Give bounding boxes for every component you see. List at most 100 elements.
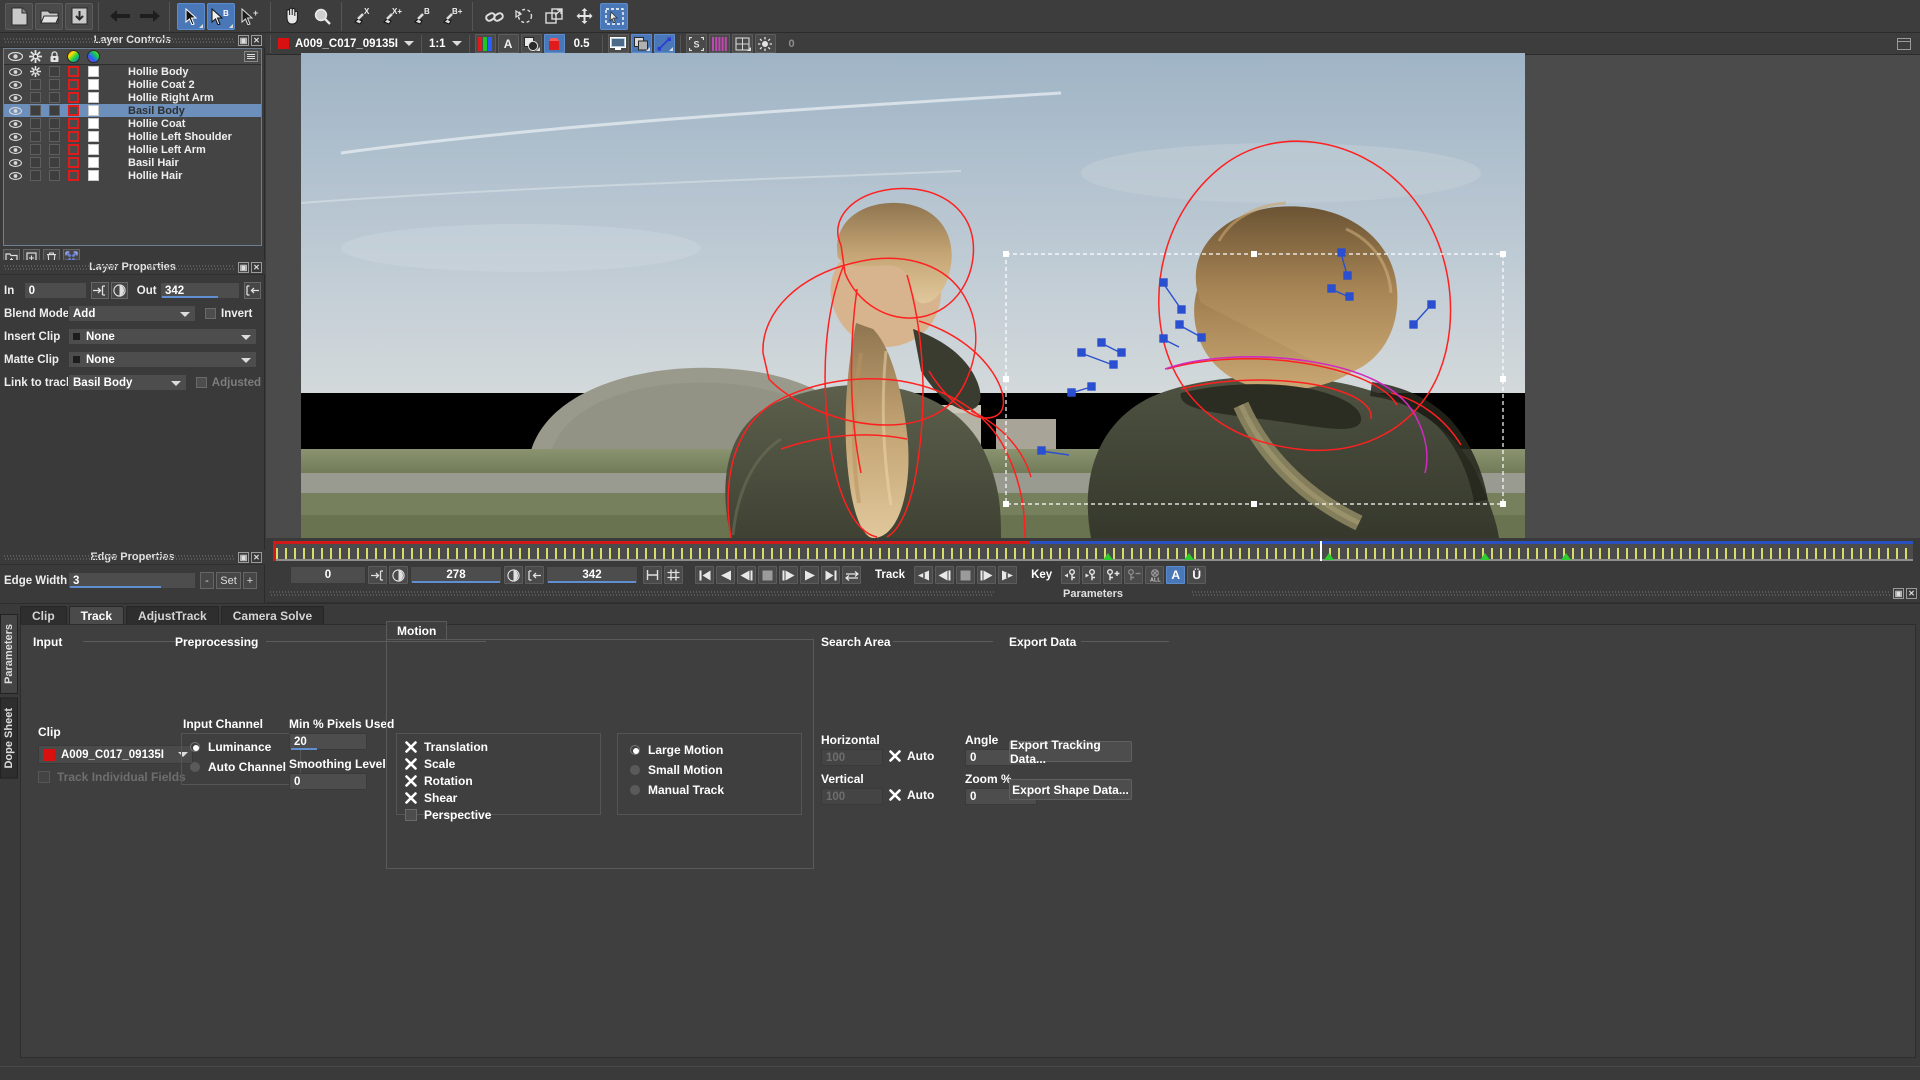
viewer-zoom-dropdown[interactable]: 1:1 (426, 35, 465, 53)
save-project-button[interactable] (65, 2, 93, 30)
play-backward-button[interactable] (716, 566, 735, 584)
out-field[interactable]: 342 (160, 282, 240, 299)
fill-color-column-header[interactable] (83, 50, 104, 63)
layer-fill-color-swatch[interactable] (83, 105, 104, 116)
xspline-add-tool[interactable]: X+ (379, 3, 407, 30)
vertical-field[interactable]: 100 (821, 788, 883, 805)
layer-fill-color-swatch[interactable] (83, 170, 104, 181)
luminance-radio[interactable]: Luminance (190, 740, 300, 754)
vtab-dope-sheet[interactable]: Dope Sheet (0, 697, 18, 779)
layer-visibility-toggle[interactable] (4, 158, 26, 167)
delete-all-keys-button[interactable]: ALL (1145, 566, 1165, 584)
keyframe-marker[interactable] (1103, 553, 1113, 560)
small-motion-radio[interactable]: Small Motion (630, 763, 801, 777)
zoom-tool[interactable] (308, 3, 336, 30)
close-panel-icon[interactable]: ✕ (251, 262, 262, 273)
layers-view-button[interactable] (630, 34, 652, 53)
layer-outline-color-swatch[interactable] (64, 66, 83, 77)
track-backward-button[interactable] (914, 566, 934, 584)
timeline-ruler[interactable] (273, 541, 1913, 561)
smoothing-field[interactable]: 0 (289, 773, 367, 790)
add-key-button[interactable] (1103, 566, 1123, 584)
step-back-button[interactable] (737, 566, 756, 584)
scale-checkbox-row[interactable]: Scale (405, 757, 600, 771)
scale-tool[interactable] (540, 3, 568, 30)
mark-out-field[interactable]: 342 (546, 566, 638, 584)
layer-outline-color-swatch[interactable] (64, 144, 83, 155)
select-b-tool[interactable]: B (207, 2, 235, 30)
stop-button[interactable] (758, 566, 777, 584)
layer-list-menu-icon[interactable] (244, 51, 258, 62)
loop-button[interactable] (842, 566, 861, 584)
layer-outline-color-swatch[interactable] (64, 157, 83, 168)
close-panel-icon[interactable]: ✕ (251, 552, 262, 563)
layer-lock-toggle[interactable] (45, 66, 64, 77)
layer-lock-toggle[interactable] (45, 170, 64, 181)
channel-rgb-button[interactable] (474, 34, 496, 53)
shear-checkbox-row[interactable]: Shear (405, 791, 600, 805)
redo-button[interactable] (136, 3, 164, 30)
layer-visibility-toggle[interactable] (4, 106, 26, 115)
bezier-add-tool[interactable]: B+ (439, 3, 467, 30)
track-step-forward-button[interactable] (977, 566, 997, 584)
image-canvas[interactable] (301, 53, 1525, 538)
next-key-button[interactable] (1082, 566, 1102, 584)
layer-outline-color-swatch[interactable] (64, 92, 83, 103)
layer-visibility-toggle[interactable] (4, 145, 26, 154)
layer-visibility-toggle[interactable] (4, 67, 26, 76)
light-button[interactable] (754, 34, 776, 53)
outline-color-column-header[interactable] (64, 50, 83, 63)
step-forward-button[interactable] (779, 566, 798, 584)
float-panel-icon[interactable]: ▣ (238, 552, 249, 563)
mark-out-toggle-button[interactable] (504, 566, 523, 584)
layer-lock-toggle[interactable] (45, 105, 64, 116)
overwrite-key-button[interactable]: Ü (1187, 566, 1207, 584)
set-in-point-button[interactable] (91, 282, 109, 299)
edge-width-field[interactable]: 3 (68, 572, 196, 589)
layer-row[interactable]: Hollie Right Arm (4, 91, 261, 104)
adjusted-checkbox[interactable] (196, 377, 207, 388)
layer-row[interactable]: Hollie Coat 2 (4, 78, 261, 91)
translation-checkbox-row[interactable]: Translation (405, 740, 600, 754)
grid-button[interactable] (708, 34, 730, 53)
min-pixels-field[interactable]: 20 (289, 733, 367, 750)
current-frame-field[interactable]: 0 (290, 566, 366, 584)
edge-width-decrease-button[interactable]: - (200, 572, 214, 589)
playhead[interactable] (1320, 541, 1322, 561)
visibility-column-header[interactable] (4, 52, 26, 61)
mark-out-button[interactable] (525, 566, 544, 584)
bezier-tool[interactable]: B (409, 3, 437, 30)
keyframe-marker[interactable] (1480, 553, 1490, 560)
link-to-track-dropdown[interactable]: Basil Body (68, 374, 188, 391)
vertical-auto-row[interactable]: Auto (889, 788, 934, 802)
float-panel-icon[interactable]: ▣ (238, 35, 249, 46)
in-invert-button[interactable] (110, 282, 128, 299)
tab-clip[interactable]: Clip (20, 606, 67, 625)
track-step-back-button[interactable] (935, 566, 955, 584)
mark-in-toggle-button[interactable] (389, 566, 408, 584)
rotate-tool[interactable] (510, 3, 538, 30)
layer-row[interactable]: Basil Body (4, 104, 261, 117)
invert-checkbox[interactable] (205, 308, 216, 319)
layer-gear-toggle[interactable] (26, 66, 45, 77)
new-project-button[interactable] (5, 2, 33, 30)
gear-column-header[interactable] (26, 50, 45, 63)
lock-column-header[interactable] (45, 50, 64, 63)
layer-row[interactable]: Hollie Hair (4, 169, 261, 182)
move-tool[interactable] (570, 3, 598, 30)
layer-row[interactable]: Hollie Body (4, 65, 261, 78)
track-individual-fields-checkbox[interactable] (38, 771, 50, 783)
alpha-channel-button[interactable]: A (497, 34, 519, 53)
layer-row[interactable]: Hollie Coat (4, 117, 261, 130)
auto-key-button[interactable]: A (1166, 566, 1186, 584)
layer-lock-toggle[interactable] (45, 131, 64, 142)
horizontal-auto-row[interactable]: Auto (889, 749, 934, 763)
previous-key-button[interactable] (1061, 566, 1081, 584)
vtab-parameters[interactable]: Parameters (0, 614, 18, 694)
tab-adjust-track[interactable]: AdjustTrack (126, 606, 219, 625)
layer-gear-toggle[interactable] (26, 92, 45, 103)
open-project-button[interactable] (35, 2, 63, 30)
matte-clip-dropdown[interactable]: None (68, 351, 257, 368)
close-panel-icon[interactable]: ✕ (251, 35, 262, 46)
xspline-tool[interactable]: X (349, 3, 377, 30)
